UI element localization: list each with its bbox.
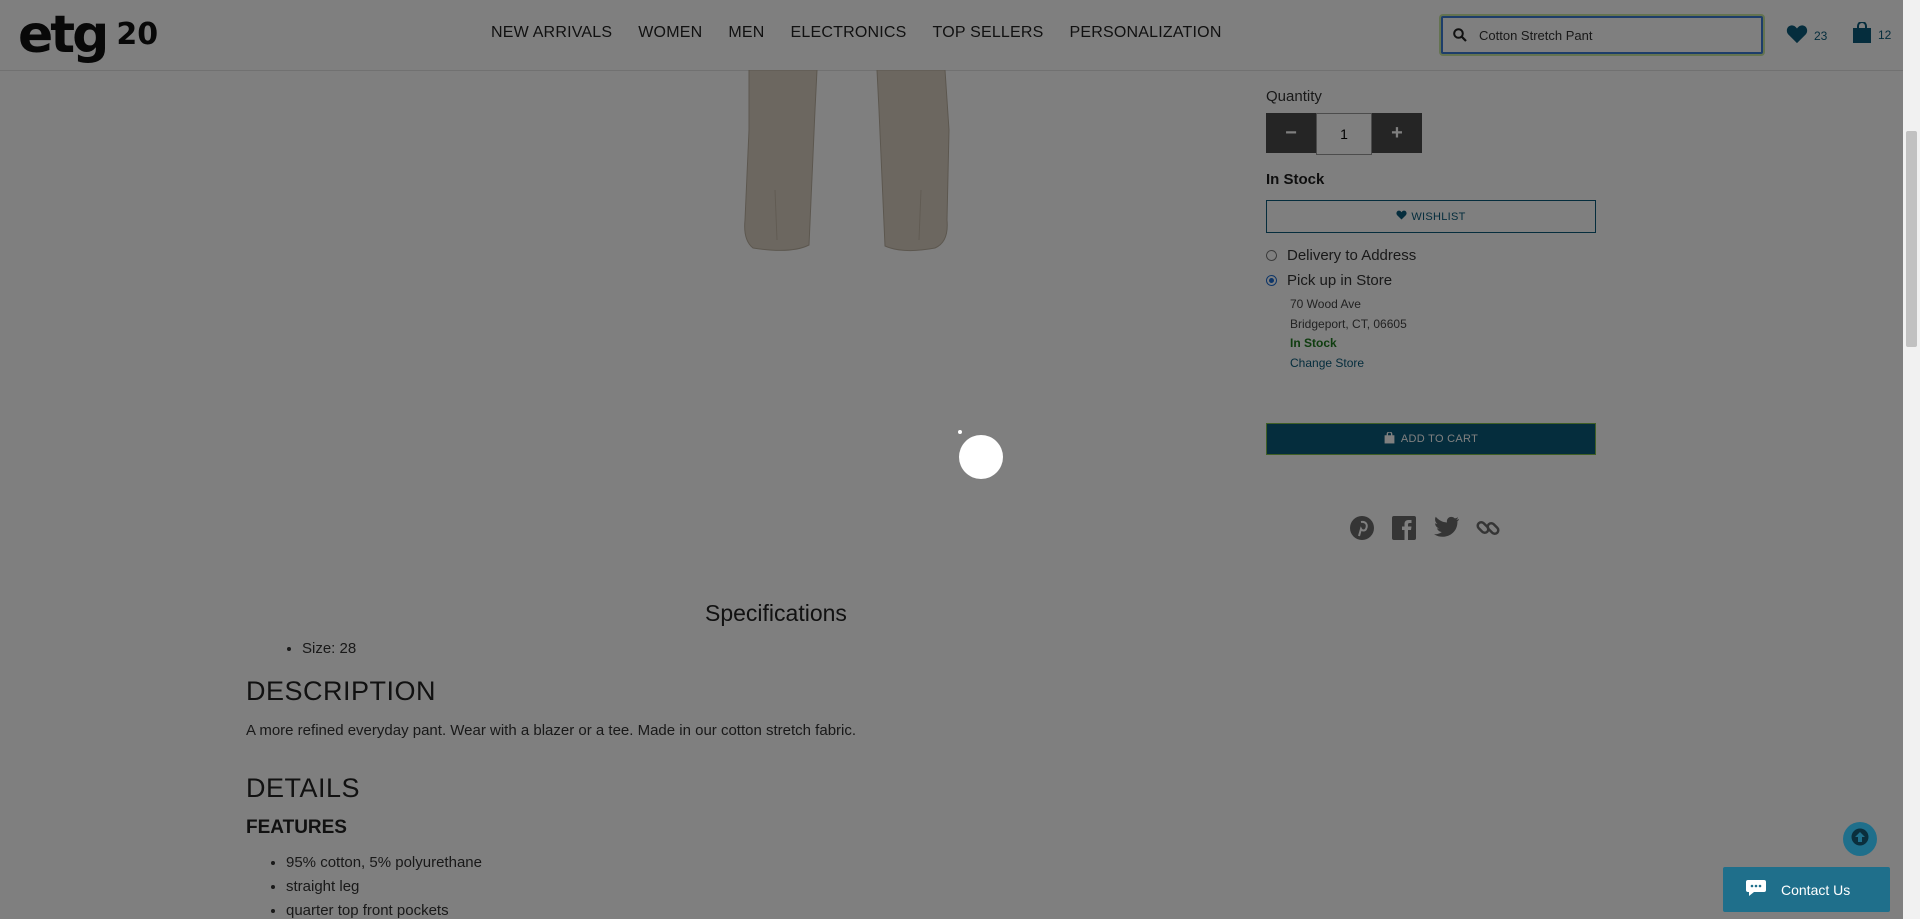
contact-us-chat-button[interactable]: Contact Us <box>1723 867 1890 912</box>
chat-bubble-icon <box>1745 879 1767 900</box>
arrow-up-icon <box>1851 828 1869 851</box>
contact-us-label: Contact Us <box>1781 881 1851 898</box>
scrollbar-thumb[interactable] <box>1906 131 1917 347</box>
loading-spinner <box>959 435 1003 479</box>
loading-spinner-dot <box>958 430 962 434</box>
loading-overlay[interactable] <box>0 0 1903 919</box>
back-to-top-button[interactable] <box>1843 822 1877 856</box>
